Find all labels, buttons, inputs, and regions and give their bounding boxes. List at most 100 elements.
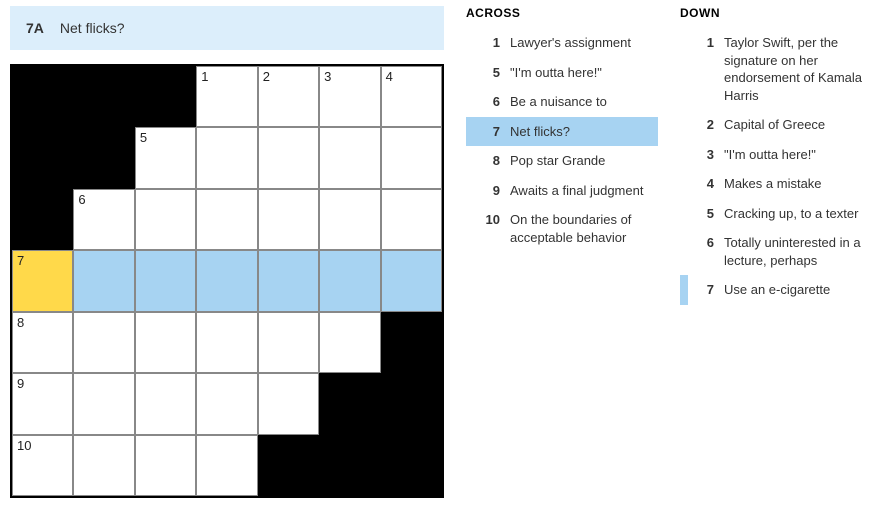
clue-number: 4 (692, 175, 714, 193)
cell-black (73, 127, 134, 188)
clue-text: Pop star Grande (510, 152, 652, 170)
down-clue-5[interactable]: 5 Cracking up, to a texter (680, 199, 872, 229)
cell[interactable] (196, 312, 257, 373)
cell[interactable] (73, 312, 134, 373)
down-clue-list[interactable]: 1Taylor Swift, per the signature on her … (680, 28, 872, 305)
down-clue-1[interactable]: 1Taylor Swift, per the signature on her … (680, 28, 872, 110)
clue-number: 1 (692, 34, 714, 104)
cell[interactable] (196, 127, 257, 188)
cell[interactable]: 7 (12, 250, 73, 311)
clue-text: Cracking up, to a texter (724, 205, 866, 223)
down-clue-4[interactable]: 4 Makes a mistake (680, 169, 872, 199)
cell-number: 7 (17, 253, 24, 268)
cell[interactable] (73, 250, 134, 311)
cell[interactable] (319, 312, 380, 373)
cell[interactable] (258, 189, 319, 250)
across-header: ACROSS (466, 6, 658, 20)
cell[interactable]: 10 (12, 435, 73, 496)
across-clue-8[interactable]: 8 Pop star Grande (466, 146, 658, 176)
down-clue-6[interactable]: 6Totally uninterested in a lecture, perh… (680, 228, 872, 275)
cell[interactable] (135, 312, 196, 373)
down-clue-2[interactable]: 2Capital of Greece (680, 110, 872, 140)
cell[interactable]: 8 (12, 312, 73, 373)
cell[interactable] (258, 373, 319, 434)
cell[interactable] (135, 435, 196, 496)
clue-number: 3 (692, 146, 714, 164)
clue-number: 1 (478, 34, 500, 52)
cell[interactable]: 5 (135, 127, 196, 188)
cell-black (381, 373, 442, 434)
across-clue-7[interactable]: 7 Net flicks? (466, 117, 658, 147)
cell[interactable]: 6 (73, 189, 134, 250)
clue-text: Totally uninterested in a lecture, perha… (724, 234, 866, 269)
cell[interactable] (196, 189, 257, 250)
cell[interactable] (196, 435, 257, 496)
crossword-grid[interactable]: 1 2 3 4 5 6 7 8 9 10 (10, 64, 444, 498)
cell[interactable] (381, 250, 442, 311)
cell-number: 6 (78, 192, 85, 207)
cell-number: 1 (201, 69, 208, 84)
clue-number: 6 (478, 93, 500, 111)
cell[interactable]: 3 (319, 66, 380, 127)
clue-text: On the boundaries of acceptable behavior (510, 211, 652, 246)
cell-black (135, 66, 196, 127)
cell[interactable]: 1 (196, 66, 257, 127)
cell[interactable] (73, 435, 134, 496)
clue-number: 9 (478, 182, 500, 200)
across-clue-6[interactable]: 6Be a nuisance to (466, 87, 658, 117)
cell[interactable] (381, 189, 442, 250)
cell[interactable] (319, 250, 380, 311)
cell-black (381, 312, 442, 373)
clue-number: 5 (478, 64, 500, 82)
cell[interactable] (196, 250, 257, 311)
cell-number: 10 (17, 438, 31, 453)
across-clue-10[interactable]: 10 On the boundaries of acceptable behavi… (466, 205, 658, 252)
cell[interactable] (135, 373, 196, 434)
across-clue-list[interactable]: 1 Lawyer's assignment 5"I'm outta here!"6B… (466, 28, 658, 252)
clue-number: 7 (478, 123, 500, 141)
cell-black (258, 435, 319, 496)
clue-number: 8 (478, 152, 500, 170)
cell[interactable] (381, 127, 442, 188)
down-clue-7[interactable]: 7Use an e-cigarette (680, 275, 872, 305)
cell[interactable]: 4 (381, 66, 442, 127)
cell-black (12, 66, 73, 127)
clue-text: Taylor Swift, per the signature on her e… (724, 34, 866, 104)
clue-text: "I'm outta here!" (724, 146, 866, 164)
clue-text: Net flicks? (510, 123, 652, 141)
cell-black (12, 127, 73, 188)
clue-number: 10 (478, 211, 500, 246)
cell[interactable] (135, 189, 196, 250)
clue-text: Capital of Greece (724, 116, 866, 134)
cell-number: 4 (386, 69, 393, 84)
cell-black (12, 189, 73, 250)
clue-text: Lawyer's assignment (510, 34, 652, 52)
cell[interactable] (196, 373, 257, 434)
cell-number: 8 (17, 315, 24, 330)
cell-number: 2 (263, 69, 270, 84)
cell[interactable] (319, 189, 380, 250)
down-header: DOWN (680, 6, 872, 20)
cell[interactable] (258, 250, 319, 311)
left-panel: 7A Net flicks? 1 2 3 4 5 6 7 8 9 10 (10, 6, 444, 498)
cell[interactable] (258, 127, 319, 188)
cell[interactable]: 9 (12, 373, 73, 434)
across-clue-9[interactable]: 9Awaits a final judgment (466, 176, 658, 206)
cell-black (319, 373, 380, 434)
cell-black (381, 435, 442, 496)
clue-number: 5 (692, 205, 714, 223)
cell[interactable] (319, 127, 380, 188)
current-clue-bar[interactable]: 7A Net flicks? (10, 6, 444, 50)
cell-number: 5 (140, 130, 147, 145)
down-column: DOWN 1Taylor Swift, per the signature on… (680, 6, 872, 305)
cell[interactable] (135, 250, 196, 311)
cell-number: 3 (324, 69, 331, 84)
across-clue-1[interactable]: 1 Lawyer's assignment (466, 28, 658, 58)
across-clue-5[interactable]: 5"I'm outta here!" (466, 58, 658, 88)
down-clue-3[interactable]: 3 "I'm outta here!" (680, 140, 872, 170)
cell[interactable]: 2 (258, 66, 319, 127)
cell[interactable] (258, 312, 319, 373)
clue-text: Makes a mistake (724, 175, 866, 193)
crossword-layout: 7A Net flicks? 1 2 3 4 5 6 7 8 9 10 ACROSS 1 Lawye… (10, 6, 872, 498)
cell[interactable] (73, 373, 134, 434)
